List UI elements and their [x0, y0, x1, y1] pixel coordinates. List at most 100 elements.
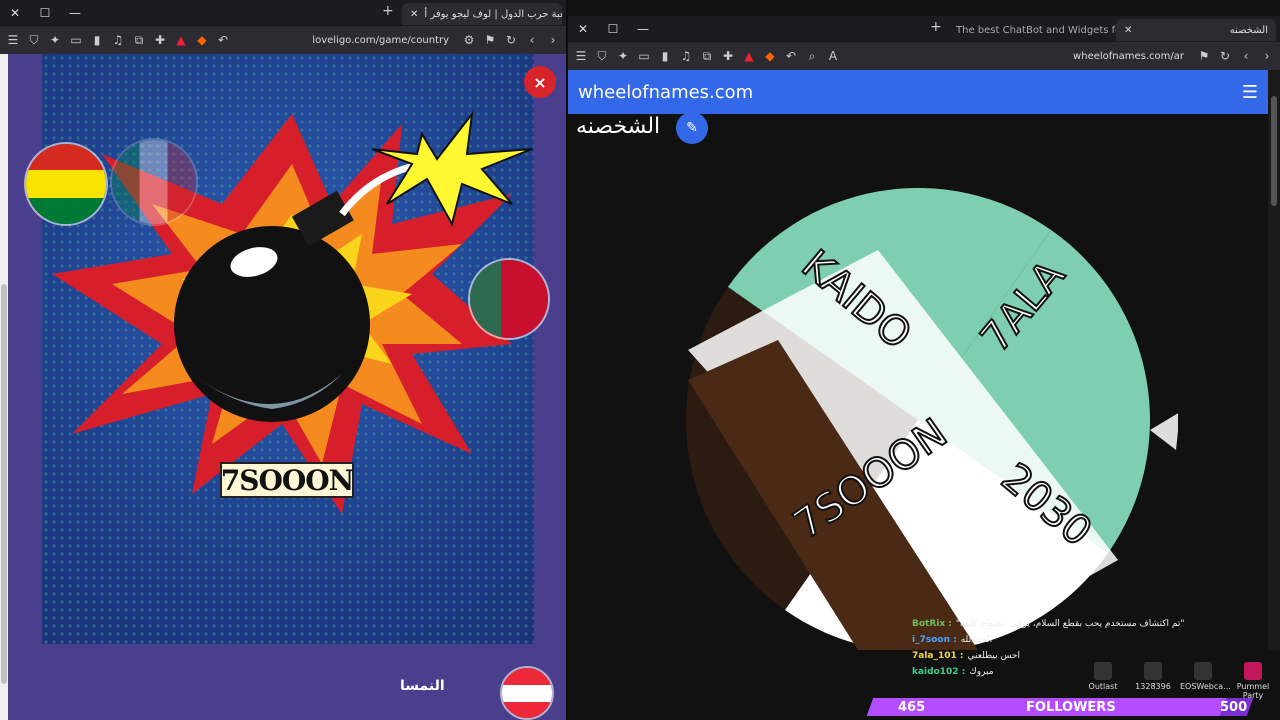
chat-message: "تم اكتشاف مستخدم يحب بقطع السلام، يرجى …	[955, 619, 1185, 629]
taskbar-pummel-party[interactable]: Pummel Party	[1230, 662, 1276, 700]
right-content: wheelofnames.com ☰ الشخصنه ✎ 7ALA KAIDO 7S…	[568, 70, 1280, 650]
url-text: wheelofnames.com/ar	[1073, 50, 1184, 62]
maximize-window-icon[interactable]: ☐	[30, 0, 60, 26]
chat-message: مبروك	[969, 667, 994, 677]
share-icon[interactable]: ↶	[782, 47, 800, 65]
bookmark-icon[interactable]: ⚑	[1195, 47, 1213, 65]
bookmark-icon[interactable]: ⚑	[481, 31, 499, 49]
left-browser-window: ✕ ☐ — + ✕ لعبة حرب الدول | لوف ليجو يوفر…	[0, 0, 566, 720]
scrollbar-thumb[interactable]	[1, 284, 7, 684]
wheel-pointer	[1150, 413, 1178, 450]
maximize-window-icon[interactable]: ☐	[598, 16, 628, 42]
extensions-icon[interactable]: ✦	[46, 31, 64, 49]
bomb-explosion-illustration	[42, 54, 534, 644]
chat-user: i_7soon :	[912, 635, 957, 645]
music-icon[interactable]: ♫	[109, 31, 127, 49]
right-scrollbar-thumb[interactable]	[1271, 96, 1277, 206]
right-address-bar[interactable]: wheelofnames.com/ar	[845, 46, 1192, 66]
shield-icon[interactable]: ⛉	[593, 47, 611, 65]
left-titlebar: ✕ ☐ — + ✕ لعبة حرب الدول | لوف ليجو يوفر…	[0, 0, 566, 26]
back-icon[interactable]: ‹	[523, 31, 541, 49]
close-window-icon[interactable]: ✕	[0, 0, 30, 26]
forward-icon[interactable]: ›	[1258, 47, 1276, 65]
taskbar-eoswebcam[interactable]: EOSWebca...	[1180, 662, 1231, 691]
flag-bubble-bolivia	[24, 142, 108, 226]
followers-label: FOLLOWERS	[1026, 699, 1116, 715]
puzzle-icon[interactable]: ✚	[151, 31, 169, 49]
app-icon	[1094, 662, 1112, 680]
screenshot-icon[interactable]: ⧉	[130, 31, 148, 49]
flag-bubble-austria	[500, 666, 554, 720]
left-content: × 7SOOON النمسا	[0, 54, 566, 720]
site-name[interactable]: wheelofnames.com	[578, 82, 753, 103]
taskbar-1328396[interactable]: 1328396	[1130, 662, 1176, 691]
brave-shield-icon[interactable]: ◆	[193, 31, 211, 49]
site-settings-icon[interactable]: ⚙	[460, 31, 478, 49]
tab-close-icon[interactable]: ✕	[410, 9, 418, 20]
chat-user: BotRix :	[912, 619, 952, 629]
chat-user: kaido102 :	[912, 667, 966, 677]
shield-icon[interactable]: ⛉	[25, 31, 43, 49]
taskbar-label: EOSWebca...	[1180, 682, 1231, 691]
edit-title-button[interactable]: ✎	[676, 112, 708, 144]
left-toolbar: ☰ ⛉ ✦ ▭ ▮ ♫ ⧉ ✚ ▲ ◆ ↶ loveligo.com/game/…	[0, 26, 566, 54]
right-toolbar: ☰ ⛉ ✦ ▭ ▮ ♫ ⧉ ✚ ▲ ◆ ↶ ⌕ A wheelofnames.c…	[568, 42, 1280, 70]
sidebar-icon[interactable]: ▮	[88, 31, 106, 49]
reload-icon[interactable]: ↻	[1216, 47, 1234, 65]
country-name-label: النمسا	[400, 678, 445, 694]
forward-icon[interactable]: ›	[544, 31, 562, 49]
menu-icon[interactable]: ☰	[4, 31, 22, 49]
chat-line: BotRix : "تم اكتشاف مستخدم يحب بقطع السل…	[912, 616, 1242, 632]
right-titlebar: ✕ ☐ — + The best ChatBot and Widgets for…	[568, 16, 1280, 42]
hamburger-menu-icon[interactable]: ☰	[1242, 82, 1258, 103]
new-tab-button[interactable]: +	[930, 19, 942, 35]
chat-message: احس بيطلعني	[967, 651, 1021, 661]
search-icon[interactable]: ⌕	[803, 47, 821, 65]
name-wheel[interactable]: 7ALAKAIDO7SOOON 2030	[658, 180, 1178, 650]
taskbar-label: Outlast	[1088, 682, 1118, 691]
wallet-icon[interactable]: ▭	[67, 31, 85, 49]
scrollbar[interactable]	[0, 54, 8, 720]
followers-current: 465	[898, 699, 926, 715]
site-header: wheelofnames.com ☰	[568, 70, 1268, 114]
taskbar-outlast[interactable]: Outlast	[1080, 662, 1126, 691]
tab-title: لعبة حرب الدول | لوف ليجو يوفر أ...	[424, 8, 562, 20]
url-text: loveligo.com/game/country	[312, 34, 449, 46]
flag-bubble-faded	[110, 138, 198, 226]
minimize-window-icon[interactable]: —	[628, 16, 658, 42]
translate-icon[interactable]: A	[824, 47, 842, 65]
brave-shield-icon[interactable]: ◆	[761, 47, 779, 65]
close-window-icon[interactable]: ✕	[568, 16, 598, 42]
reload-icon[interactable]: ↻	[502, 31, 520, 49]
sidebar-icon[interactable]: ▮	[656, 47, 674, 65]
puzzle-icon[interactable]: ✚	[719, 47, 737, 65]
wallet-icon[interactable]: ▭	[635, 47, 653, 65]
rewards-icon[interactable]: ▲	[740, 47, 758, 65]
wheel-title: الشخصنه	[576, 114, 661, 139]
back-icon[interactable]: ‹	[1237, 47, 1255, 65]
game-close-button[interactable]: ×	[524, 66, 556, 98]
tab-title: الشخصنه	[1229, 24, 1268, 36]
left-address-bar[interactable]: loveligo.com/game/country	[235, 30, 457, 50]
chat-message: الحمدلله	[960, 635, 993, 645]
tab-botrix[interactable]: The best ChatBot and Widgets for Ki...	[948, 19, 1124, 41]
music-icon[interactable]: ♫	[677, 47, 695, 65]
tab-close-icon[interactable]: ✕	[1124, 25, 1132, 36]
app-icon	[1144, 662, 1162, 680]
rewards-icon[interactable]: ▲	[172, 31, 190, 49]
share-icon[interactable]: ↶	[214, 31, 232, 49]
extensions-icon[interactable]: ✦	[614, 47, 632, 65]
screenshot-icon[interactable]: ⧉	[698, 47, 716, 65]
tab-loveligo[interactable]: ✕ لعبة حرب الدول | لوف ليجو يوفر أ...	[402, 3, 562, 25]
minimize-window-icon[interactable]: —	[60, 0, 90, 26]
followers-goal: 500	[1220, 699, 1248, 715]
right-scrollbar[interactable]	[1268, 70, 1280, 650]
tab-wheelofnames[interactable]: ✕ الشخصنه	[1116, 19, 1276, 41]
menu-icon[interactable]: ☰	[572, 47, 590, 65]
taskbar-label: 1328396	[1135, 682, 1171, 691]
app-icon	[1244, 662, 1262, 680]
new-tab-button[interactable]: +	[382, 3, 394, 19]
chat-user: 7ala_101 :	[912, 651, 964, 661]
tab-title: The best ChatBot and Widgets for Ki...	[956, 24, 1124, 36]
game-panel	[42, 54, 534, 644]
